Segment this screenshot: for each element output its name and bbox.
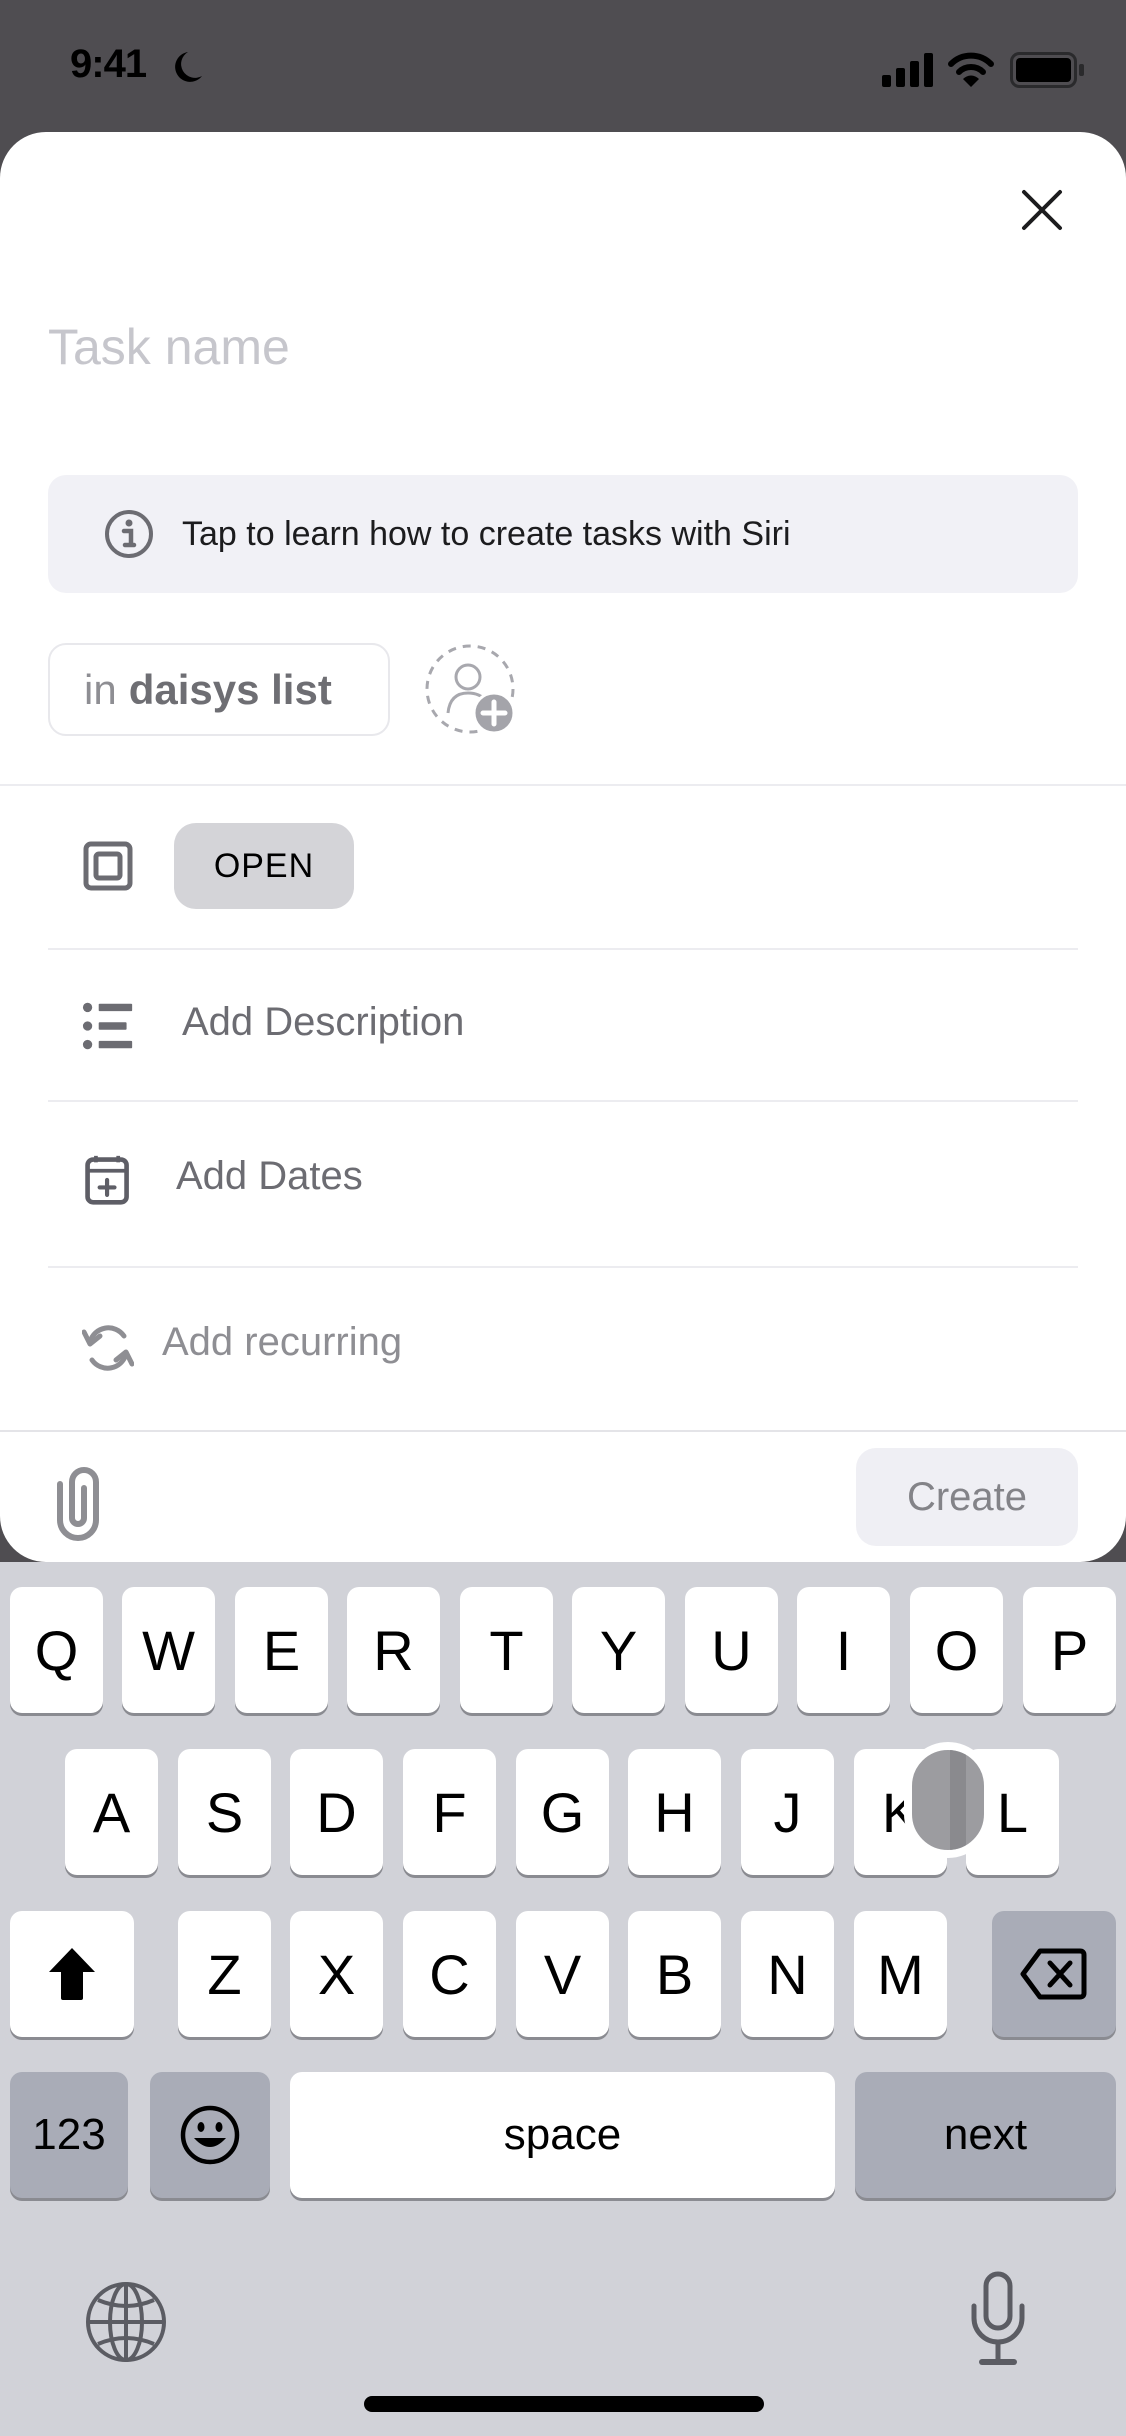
moon-icon: [175, 52, 202, 82]
key-b[interactable]: B: [628, 1911, 721, 2037]
calendar-add-icon: [85, 1155, 129, 1205]
key-n[interactable]: N: [741, 1911, 834, 2037]
key-f[interactable]: F: [403, 1749, 496, 1875]
list-name: daisys list: [128, 665, 332, 713]
list-prefix: in: [84, 665, 117, 713]
recurring-icon: [82, 1325, 134, 1371]
key-j[interactable]: J: [741, 1749, 834, 1875]
backspace-icon: [1020, 1948, 1087, 2000]
key-r[interactable]: R: [347, 1587, 440, 1713]
wifi-icon: [948, 52, 994, 87]
info-icon: [105, 510, 153, 558]
key-t[interactable]: T: [460, 1587, 553, 1713]
key-x[interactable]: X: [290, 1911, 383, 2037]
key-c[interactable]: C: [403, 1911, 496, 2037]
key-z[interactable]: Z: [178, 1911, 271, 2037]
paperclip-icon[interactable]: [52, 1462, 116, 1542]
next-key[interactable]: next: [855, 2072, 1116, 2198]
key-m[interactable]: M: [854, 1911, 947, 2037]
key-s[interactable]: S: [178, 1749, 271, 1875]
list-selector[interactable]: in daisys list: [48, 643, 390, 736]
footer-divider: [0, 1430, 1126, 1432]
add-recurring-row[interactable]: Add recurring: [48, 1268, 1078, 1430]
key-u[interactable]: U: [685, 1587, 778, 1713]
close-icon: [1022, 190, 1062, 230]
shift-icon: [49, 1948, 95, 2000]
key-w[interactable]: W: [122, 1587, 215, 1713]
key-a[interactable]: A: [65, 1749, 158, 1875]
microphone-icon[interactable]: [968, 2270, 1028, 2370]
space-key[interactable]: space: [290, 2072, 835, 2198]
key-p[interactable]: P: [1023, 1587, 1116, 1713]
siri-tip-text: Tap to learn how to create tasks with Si…: [182, 514, 791, 553]
key-q[interactable]: Q: [10, 1587, 103, 1713]
status-bar: 9:41: [0, 0, 1126, 132]
add-recurring-label: Add recurring: [162, 1320, 403, 1364]
key-o[interactable]: O: [910, 1587, 1003, 1713]
add-dates-label: Add Dates: [176, 1154, 363, 1198]
task-name-input[interactable]: [48, 312, 1048, 382]
key-h[interactable]: H: [628, 1749, 721, 1875]
add-description-label: Add Description: [182, 1000, 465, 1044]
emoji-icon: [180, 2105, 240, 2165]
emoji-key[interactable]: [150, 2072, 270, 2198]
add-description-row[interactable]: Add Description: [48, 950, 1078, 1100]
description-list-icon: [82, 1002, 133, 1050]
globe-icon[interactable]: [84, 2280, 168, 2364]
status-time: 9:41: [70, 42, 147, 86]
home-indicator[interactable]: [364, 2396, 764, 2412]
key-g[interactable]: G: [516, 1749, 609, 1875]
backspace-key[interactable]: [992, 1911, 1116, 2037]
create-button[interactable]: Create: [856, 1448, 1078, 1546]
key-i[interactable]: I: [797, 1587, 890, 1713]
status-square-icon: [83, 841, 133, 891]
add-dates-row[interactable]: Add Dates: [48, 1102, 1078, 1266]
key-v[interactable]: V: [516, 1911, 609, 2037]
key-y[interactable]: Y: [572, 1587, 665, 1713]
battery-icon: [1010, 52, 1084, 88]
siri-tip-banner[interactable]: Tap to learn how to create tasks with Si…: [48, 475, 1078, 593]
numbers-key[interactable]: 123: [10, 2072, 128, 2198]
key-d[interactable]: D: [290, 1749, 383, 1875]
key-e[interactable]: E: [235, 1587, 328, 1713]
status-chip[interactable]: OPEN: [174, 823, 354, 909]
touch-indicator: [904, 1742, 992, 1858]
add-assignee-icon[interactable]: [424, 643, 520, 739]
close-button[interactable]: [1014, 182, 1070, 238]
shift-key[interactable]: [10, 1911, 134, 2037]
create-task-sheet: Tap to learn how to create tasks with Si…: [0, 132, 1126, 1562]
cellular-signal-icon: [882, 53, 933, 87]
status-row: OPEN: [48, 784, 1078, 948]
